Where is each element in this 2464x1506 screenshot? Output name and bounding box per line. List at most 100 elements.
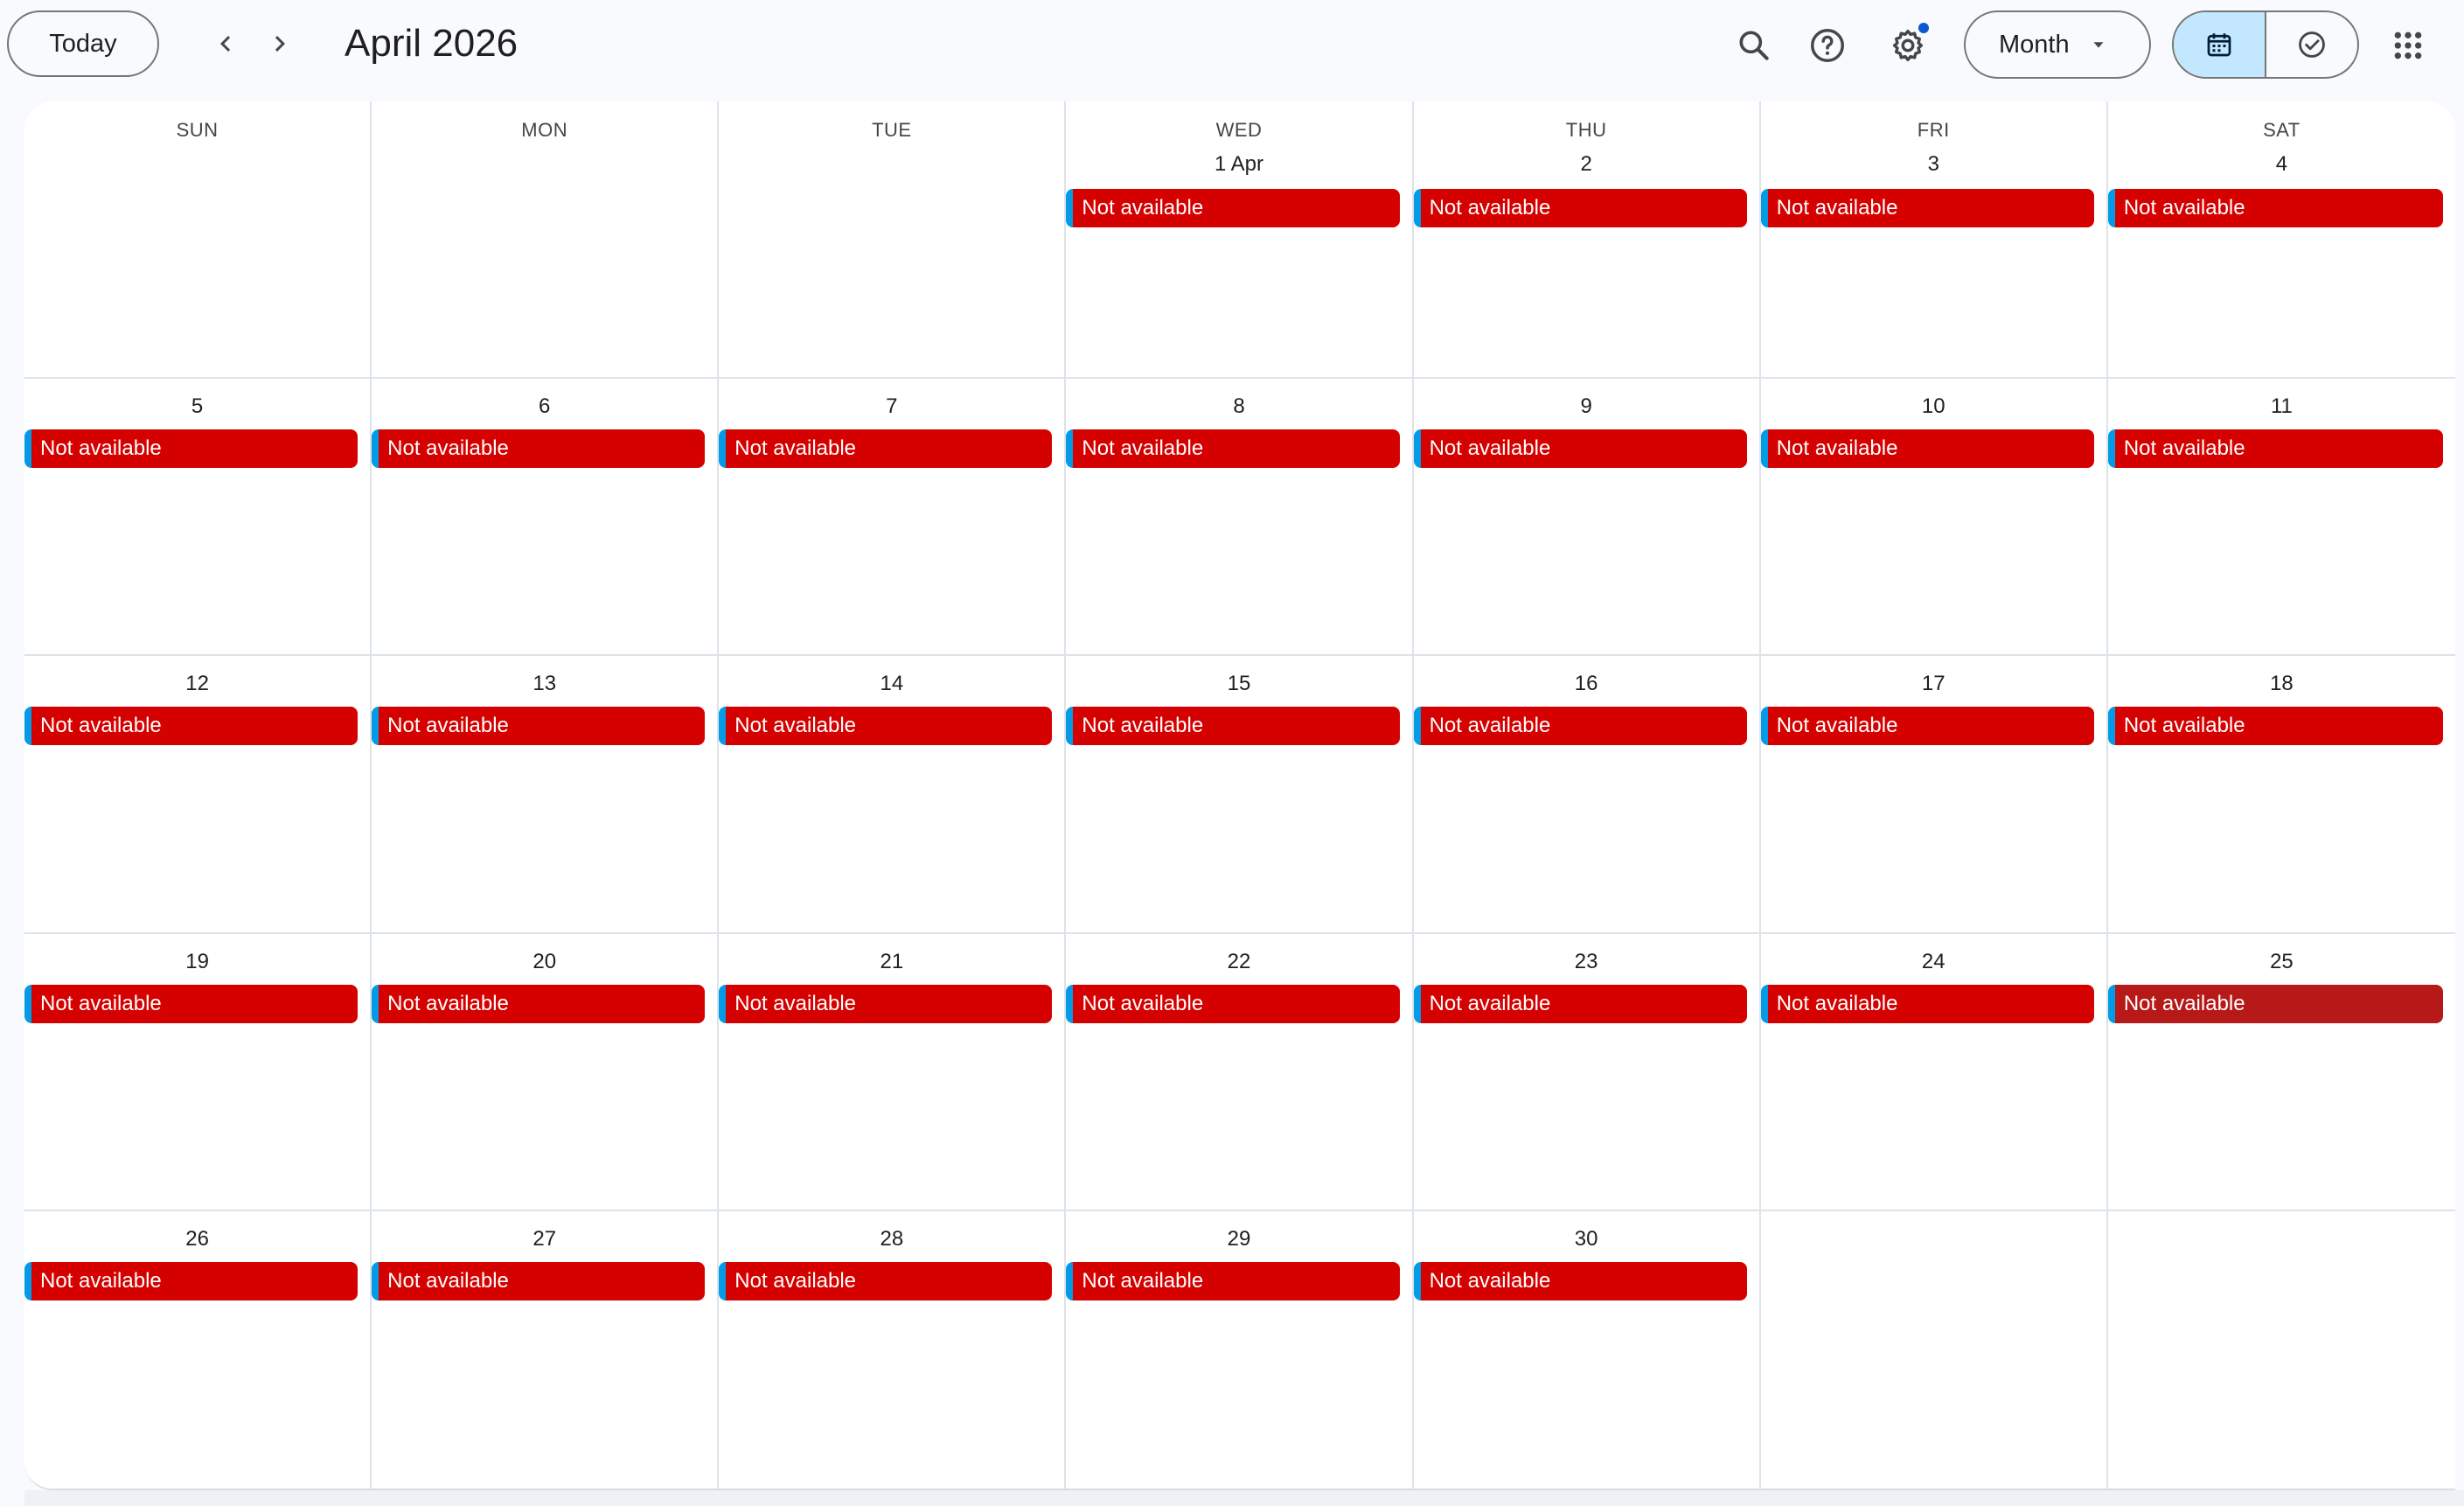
event-chip[interactable]: Not available	[372, 1261, 706, 1300]
day-cell[interactable]: 16 Not available	[1413, 656, 1761, 934]
event-chip[interactable]: Not available	[2107, 984, 2443, 1023]
event-chip[interactable]: Not available	[1066, 429, 1400, 469]
day-number[interactable]: 26	[24, 1227, 370, 1252]
event-chip[interactable]: Not available	[719, 429, 1053, 469]
day-number[interactable]: 13	[372, 672, 717, 696]
event-chip[interactable]: Not available	[2107, 429, 2443, 469]
day-cell[interactable]: 15 Not available	[1066, 656, 1414, 934]
day-number[interactable]: 18	[2108, 672, 2455, 696]
google-apps-button[interactable]	[2382, 19, 2434, 72]
day-cell[interactable]: 13 Not available	[372, 656, 720, 934]
day-number[interactable]: 9	[1414, 394, 1759, 419]
day-cell[interactable]: WED 1 Apr Not available	[1066, 101, 1414, 380]
event-chip[interactable]: Not available	[719, 707, 1053, 746]
day-cell[interactable]: 11 Not available	[2107, 379, 2455, 657]
day-number[interactable]: 27	[372, 1227, 717, 1252]
event-chip[interactable]: Not available	[1760, 984, 2094, 1023]
day-cell[interactable]: 21 Not available	[719, 933, 1067, 1211]
day-number[interactable]: 29	[1066, 1227, 1411, 1252]
day-number[interactable]: 17	[1761, 672, 2106, 696]
day-number[interactable]: 1 Apr	[1066, 152, 1411, 177]
today-button[interactable]: Today	[7, 10, 159, 77]
event-chip[interactable]: Not available	[24, 429, 358, 469]
day-cell[interactable]: 17 Not available	[1760, 656, 2108, 934]
event-chip[interactable]: Not available	[1760, 189, 2094, 227]
event-chip[interactable]: Not available	[2107, 189, 2443, 227]
day-cell[interactable]: 24 Not available	[1760, 933, 2108, 1211]
day-cell[interactable]: 7 Not available	[719, 379, 1067, 657]
day-cell[interactable]: 8 Not available	[1066, 379, 1414, 657]
day-cell[interactable]: 30 Not available	[1413, 1210, 1761, 1489]
day-number[interactable]: 3	[1761, 152, 2106, 177]
day-cell[interactable]: 6 Not available	[372, 379, 720, 657]
day-number[interactable]: 23	[1414, 950, 1759, 974]
event-chip[interactable]: Not available	[1413, 429, 1747, 469]
event-chip[interactable]: Not available	[1066, 984, 1400, 1023]
day-cell[interactable]: 18 Not available	[2107, 656, 2455, 934]
event-chip[interactable]: Not available	[1066, 1261, 1400, 1300]
event-chip[interactable]: Not available	[1413, 189, 1747, 227]
day-number[interactable]: 21	[719, 950, 1064, 974]
day-cell[interactable]: 25 Not available	[2107, 934, 2455, 1211]
event-chip[interactable]: Not available	[2107, 707, 2443, 746]
day-cell[interactable]	[2108, 1211, 2455, 1489]
day-number[interactable]: 24	[1761, 950, 2106, 974]
day-number[interactable]: 8	[1066, 394, 1411, 419]
previous-month-button[interactable]	[201, 19, 250, 68]
event-chip[interactable]: Not available	[372, 707, 706, 746]
day-number[interactable]: 19	[24, 950, 370, 974]
tasks-view-button[interactable]	[2266, 12, 2357, 77]
day-cell[interactable]: 27 Not available	[372, 1210, 720, 1489]
day-number[interactable]: 20	[372, 950, 717, 974]
search-button[interactable]	[1728, 19, 1780, 72]
day-number[interactable]: 22	[1066, 950, 1411, 974]
day-cell[interactable]: SUN	[24, 101, 372, 380]
day-cell[interactable]: 9 Not available	[1413, 379, 1761, 657]
help-button[interactable]	[1801, 19, 1854, 72]
day-cell[interactable]: 20 Not available	[372, 933, 720, 1211]
event-chip[interactable]: Not available	[24, 707, 358, 746]
day-cell[interactable]: 10 Not available	[1760, 379, 2108, 657]
day-number[interactable]: 11	[2108, 394, 2455, 419]
day-number[interactable]: 4	[2108, 152, 2455, 177]
day-number[interactable]: 15	[1066, 672, 1411, 696]
day-cell[interactable]: THU 2 Not available	[1413, 101, 1761, 380]
event-chip[interactable]: Not available	[372, 429, 706, 469]
event-chip[interactable]: Not available	[719, 1261, 1053, 1300]
calendar-view-button[interactable]	[2174, 12, 2266, 77]
settings-button[interactable]	[1882, 19, 1934, 72]
next-month-button[interactable]	[255, 19, 304, 68]
event-chip[interactable]: Not available	[24, 1261, 358, 1300]
day-cell[interactable]: FRI 3 Not available	[1760, 101, 2108, 380]
day-cell[interactable]: 22 Not available	[1066, 933, 1414, 1211]
day-cell[interactable]	[1761, 1210, 2108, 1489]
event-chip[interactable]: Not available	[372, 984, 706, 1023]
view-selector-dropdown[interactable]: Month	[1964, 10, 2151, 79]
day-number[interactable]: 28	[719, 1227, 1064, 1252]
day-cell[interactable]: 29 Not available	[1066, 1210, 1414, 1489]
day-number[interactable]: 12	[24, 672, 370, 696]
day-number[interactable]: 25	[2108, 950, 2455, 974]
day-cell[interactable]: 14 Not available	[719, 656, 1067, 934]
day-cell[interactable]: 26 Not available	[24, 1210, 372, 1489]
day-cell[interactable]: 23 Not available	[1413, 933, 1761, 1211]
day-cell[interactable]: 5 Not available	[24, 379, 372, 657]
event-chip[interactable]: Not available	[1413, 707, 1747, 746]
day-cell[interactable]: 28 Not available	[719, 1210, 1067, 1489]
event-chip[interactable]: Not available	[1066, 707, 1400, 746]
day-cell[interactable]: TUE	[719, 101, 1067, 380]
day-number[interactable]: 2	[1414, 152, 1759, 177]
day-number[interactable]: 16	[1414, 672, 1759, 696]
event-chip[interactable]: Not available	[1413, 1261, 1747, 1300]
event-chip[interactable]: Not available	[24, 984, 358, 1023]
event-chip[interactable]: Not available	[719, 984, 1053, 1023]
day-number[interactable]: 5	[24, 394, 370, 419]
day-number[interactable]: 6	[372, 394, 717, 419]
event-chip[interactable]: Not available	[1413, 984, 1747, 1023]
day-cell[interactable]: 19 Not available	[24, 933, 372, 1211]
day-cell[interactable]: MON	[372, 101, 720, 380]
event-chip[interactable]: Not available	[1760, 429, 2094, 469]
day-number[interactable]: 14	[719, 672, 1064, 696]
event-chip[interactable]: Not available	[1066, 189, 1400, 227]
day-number[interactable]: 10	[1761, 394, 2106, 419]
